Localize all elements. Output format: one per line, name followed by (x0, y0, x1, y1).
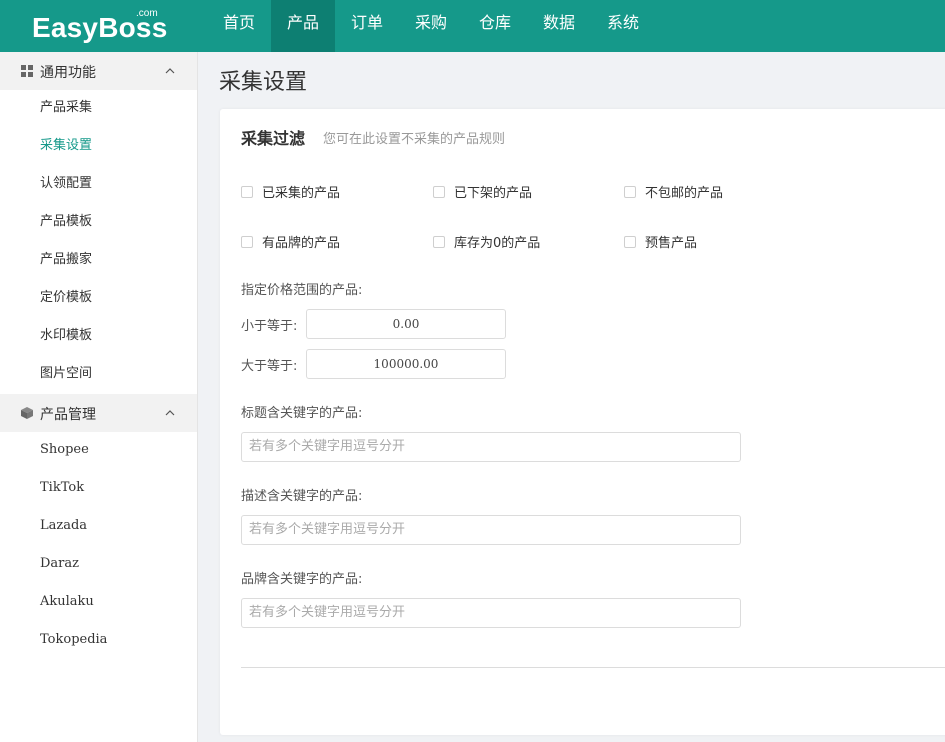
sidebar-item-product-move[interactable]: 产品搬家 (0, 242, 197, 280)
top-navbar: EasyBoss .com 首页 产品 订单 采购 仓库 数据 系统 (0, 0, 945, 52)
page-title: 采集设置 (219, 70, 308, 95)
desc-keywords-label: 描述含关键字的产品: (241, 489, 363, 504)
checkbox-label: 不包邮的产品 (645, 186, 724, 201)
brand-keywords-input[interactable]: 若有多个关键字用逗号分开 (241, 598, 741, 628)
desc-keywords-input[interactable]: 若有多个关键字用逗号分开 (241, 515, 741, 545)
nav-system[interactable]: 系统 (591, 0, 655, 52)
title-keywords-label: 标题含关键字的产品: (241, 406, 363, 421)
sidebar-item-product-template[interactable]: 产品模板 (0, 204, 197, 242)
chevron-up-icon[interactable] (165, 66, 175, 76)
sidebar-item-watermark-template[interactable]: 水印模板 (0, 318, 197, 356)
brand-keywords-label: 品牌含关键字的产品: (241, 572, 363, 587)
checkbox-label: 有品牌的产品 (262, 236, 341, 251)
logo-suffix: .com (136, 8, 158, 19)
sidebar-item-daraz[interactable]: Daraz (0, 546, 197, 584)
grid-icon (21, 65, 33, 77)
checkbox-label: 已采集的产品 (262, 186, 341, 201)
sidebar-item-collect-settings[interactable]: 采集设置 (0, 128, 197, 166)
sidebar-group-product-management[interactable]: 产品管理 (0, 394, 197, 432)
checkbox-label: 预售产品 (645, 236, 698, 251)
chevron-up-icon[interactable] (165, 408, 175, 418)
checkbox-box[interactable] (624, 235, 636, 248)
title-keywords-input[interactable]: 若有多个关键字用逗号分开 (241, 432, 741, 462)
section-title: 采集过滤 (241, 129, 306, 148)
checkbox-box[interactable] (433, 235, 445, 248)
price-range-label: 指定价格范围的产品: (241, 283, 363, 298)
divider (241, 667, 945, 668)
checkbox-zero-stock[interactable]: 库存为0的产品 (433, 232, 540, 251)
checkbox-collected[interactable]: 已采集的产品 (241, 182, 340, 201)
sidebar-item-shopee[interactable]: Shopee (0, 432, 197, 470)
checkbox-presale[interactable]: 预售产品 (624, 232, 697, 251)
sidebar-item-image-space[interactable]: 图片空间 (0, 356, 197, 394)
collect-filter-card: 采集过滤 您可在此设置不采集的产品规则 已采集的产品 已下架的产品 不包邮的产品… (220, 109, 945, 735)
sidebar-item-claim-config[interactable]: 认领配置 (0, 166, 197, 204)
nav-products[interactable]: 产品 (271, 0, 335, 52)
checkbox-no-free-shipping[interactable]: 不包邮的产品 (624, 182, 723, 201)
sidebar-item-akulaku[interactable]: Akulaku (0, 584, 197, 622)
sidebar-item-product-collect[interactable]: 产品采集 (0, 90, 197, 128)
checkbox-has-brand[interactable]: 有品牌的产品 (241, 232, 340, 251)
checkbox-box[interactable] (241, 185, 253, 198)
price-min-input[interactable]: 100000.00 (306, 349, 506, 379)
section-subtitle: 您可在此设置不采集的产品规则 (323, 132, 506, 147)
sidebar-item-pricing-template[interactable]: 定价模板 (0, 280, 197, 318)
checkbox-box[interactable] (624, 185, 636, 198)
sidebar-item-lazada[interactable]: Lazada (0, 508, 197, 546)
price-min-label: 大于等于: (241, 359, 298, 374)
sidebar-item-tokopedia[interactable]: Tokopedia (0, 622, 197, 660)
checkbox-box[interactable] (433, 185, 445, 198)
sidebar-group-label: 通用功能 (40, 65, 96, 81)
sidebar-group-label: 产品管理 (40, 407, 96, 423)
checkbox-delisted[interactable]: 已下架的产品 (433, 182, 532, 201)
nav-orders[interactable]: 订单 (335, 0, 399, 52)
price-max-input[interactable]: 0.00 (306, 309, 506, 339)
box-icon (21, 407, 33, 419)
nav-purchase[interactable]: 采购 (399, 0, 463, 52)
checkbox-box[interactable] (241, 235, 253, 248)
nav-home[interactable]: 首页 (207, 0, 271, 52)
nav-warehouse[interactable]: 仓库 (463, 0, 527, 52)
checkbox-label: 已下架的产品 (454, 186, 533, 201)
nav-data[interactable]: 数据 (527, 0, 591, 52)
sidebar: 通用功能 产品采集 采集设置 认领配置 产品模板 产品搬家 定价模板 水印模板 … (0, 52, 198, 742)
checkbox-label: 库存为0的产品 (454, 236, 541, 251)
sidebar-group-general[interactable]: 通用功能 (0, 52, 197, 90)
main-nav: 首页 产品 订单 采购 仓库 数据 系统 (207, 0, 655, 52)
price-max-label: 小于等于: (241, 319, 298, 334)
sidebar-item-tiktok[interactable]: TikTok (0, 470, 197, 508)
